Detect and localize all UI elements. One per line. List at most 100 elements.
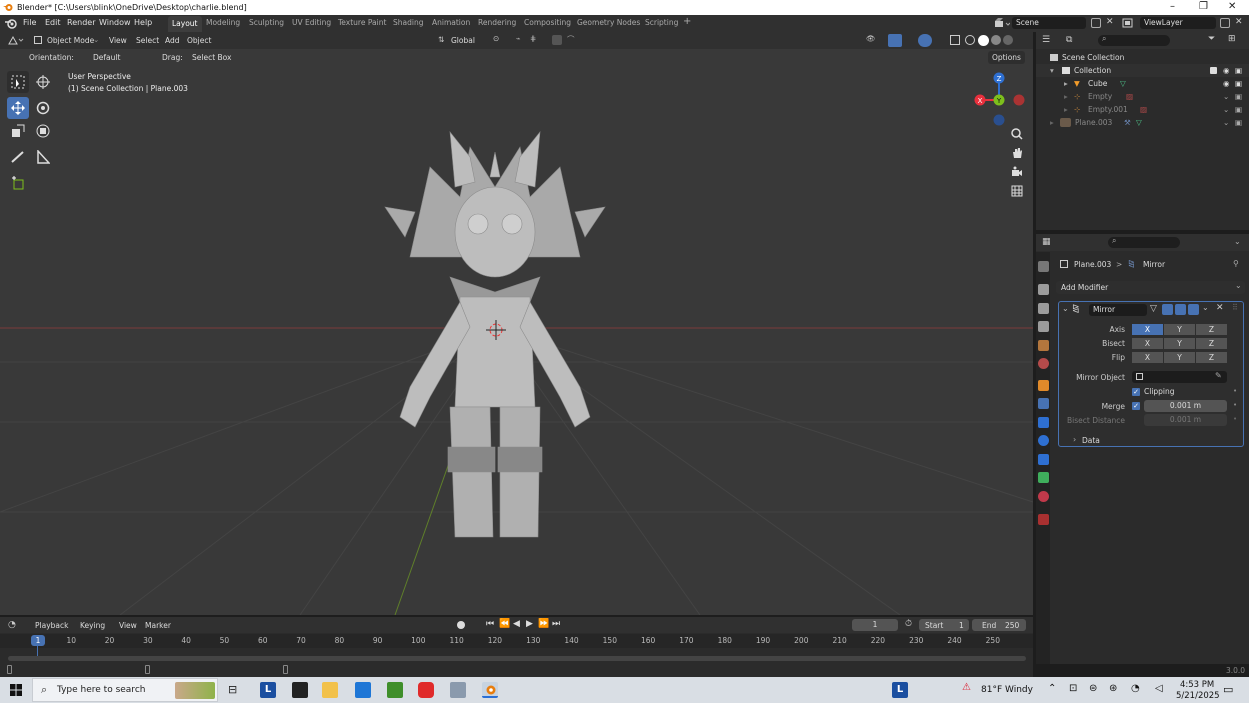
timeline-panel[interactable]: ◔ Playback Keying View Marker ⏮ ⏪ ◀ ▶ ⏩ … [0,617,1033,677]
timeline-menu-keying[interactable]: Keying [80,621,105,630]
move-tool[interactable] [7,97,29,119]
tab-shading[interactable]: Shading [393,18,423,27]
view-layer-tab-icon[interactable] [1038,321,1049,332]
record-keyframe-icon[interactable] [457,621,465,629]
select-box-tool[interactable] [7,71,29,93]
tab-uv-editing[interactable]: UV Editing [292,18,331,27]
menu-file[interactable]: File [23,18,36,27]
launcher-l-tray-icon[interactable]: L [892,682,908,698]
microsoft-store-icon[interactable] [355,682,371,698]
vivaldi-icon[interactable] [418,682,434,698]
eye-hidden-icon[interactable]: ⌄ [1223,103,1229,116]
menu-render[interactable]: Render [67,18,95,27]
network-icon[interactable]: ◔ [1131,683,1140,694]
axis-z-toggle[interactable]: Z [1196,324,1227,335]
chevron-down-icon[interactable]: ⌄ [1234,237,1241,246]
measure-tool[interactable] [32,146,54,168]
outliner-row-empty[interactable]: ▸ ⊹ Empty ▨ ⌄ ▣ [1036,90,1249,103]
chevron-down-icon[interactable]: ⌄ [1202,303,1209,312]
next-keyframe-icon[interactable]: ⏩ [538,619,549,629]
play-icon[interactable]: ▶ [526,619,533,629]
viewport-display-toggle-icon[interactable] [1175,304,1186,315]
add-modifier-dropdown[interactable]: Add Modifier ⌄ [1056,281,1245,294]
delete-view-layer-icon[interactable]: ✕ [1235,17,1243,27]
constraints-tab-icon[interactable] [1038,454,1049,465]
clock-date[interactable]: 5/21/2025 [1176,691,1220,701]
remove-modifier-icon[interactable]: ✕ [1216,303,1224,313]
view-layer-icon[interactable] [1122,18,1138,29]
expand-arrow-icon[interactable]: ▸ [1064,77,1068,90]
axis-x-toggle[interactable]: X [1132,324,1163,335]
material-tab-icon[interactable] [1038,491,1049,502]
outliner-row-scene-collection[interactable]: Scene Collection [1036,51,1249,64]
scroll-handle-icon[interactable] [145,665,150,674]
add-cube-tool[interactable] [7,172,29,194]
expand-arrow-icon[interactable]: ▸ [1064,103,1068,116]
bisect-z-toggle[interactable]: Z [1196,338,1227,349]
modifier-name-field[interactable]: Mirror [1089,304,1147,316]
rotate-tool[interactable] [32,97,54,119]
display-mode-icon[interactable]: ⧉ [1066,35,1072,45]
eye-icon[interactable]: ◉ [1223,64,1230,77]
timeline-scrollbar[interactable] [8,656,1026,661]
outliner-search-input[interactable]: ⌕ [1098,34,1170,46]
epic-games-icon[interactable] [292,682,308,698]
merge-checkbox[interactable]: ✓ [1132,402,1140,410]
playhead-frame-indicator[interactable]: 1 [31,635,45,646]
expand-arrow-icon[interactable]: › [1073,435,1076,444]
menu-window[interactable]: Window [99,18,131,27]
minecraft-icon[interactable] [387,682,403,698]
outliner-editor-icon[interactable]: ☰ [1042,35,1050,45]
camera-icon[interactable]: ▣ [1235,90,1242,103]
annotate-tool[interactable] [7,146,29,168]
scene-tab-icon[interactable] [1038,340,1049,351]
launcher-l-app-icon[interactable]: L [260,682,276,698]
flip-x-toggle[interactable]: X [1132,352,1163,363]
tab-sculpting[interactable]: Sculpting [249,18,284,27]
tab-animation[interactable]: Animation [432,18,470,27]
bisect-y-toggle[interactable]: Y [1164,338,1195,349]
data-subpanel-label[interactable]: Data [1082,436,1100,445]
taskbar-search-input[interactable]: ⌕ Type here to search [32,678,218,702]
collapse-arrow-icon[interactable]: ⌄ [1062,304,1069,313]
camera-icon[interactable]: ▣ [1235,77,1242,90]
camera-icon[interactable]: ▣ [1235,103,1242,116]
prev-keyframe-icon[interactable]: ⏪ [499,619,510,629]
maximize-button[interactable]: ❐ [1199,1,1208,12]
cursor-tool[interactable] [32,71,54,93]
tool-tab-icon[interactable] [1038,261,1049,272]
scene-name-field[interactable]: Scene [1012,17,1086,29]
timeline-menu-marker[interactable]: Marker [145,621,171,630]
flip-z-toggle[interactable]: Z [1196,352,1227,363]
jump-start-icon[interactable]: ⏮ [486,619,494,629]
tab-modeling[interactable]: Modeling [206,18,240,27]
minimize-button[interactable]: – [1170,1,1175,12]
menu-edit[interactable]: Edit [45,18,61,27]
tray-vpn-icon[interactable]: ⊜ [1089,683,1097,694]
eye-hidden-icon[interactable]: ⌄ [1223,116,1229,129]
expand-arrow-icon[interactable]: ▸ [1050,116,1054,129]
tab-texture-paint[interactable]: Texture Paint [338,18,386,27]
keyframe-dot-icon[interactable]: • [1233,415,1237,423]
weather-label[interactable]: 81°F Windy [981,685,1033,695]
delete-scene-icon[interactable]: ✕ [1106,17,1114,27]
scale-tool[interactable] [7,120,29,142]
render-toggle-icon[interactable] [1188,304,1199,315]
checkbox-icon[interactable] [1210,67,1217,74]
outliner-row-collection[interactable]: ▾ Collection ◉ ▣ [1036,64,1249,77]
current-frame-field[interactable]: 1 [852,619,898,631]
stopwatch-icon[interactable]: ⏱ [905,619,912,629]
pin-icon[interactable]: ⚲ [1233,259,1239,268]
tab-compositing[interactable]: Compositing [524,18,571,27]
output-tab-icon[interactable] [1038,303,1049,314]
windows-start-icon[interactable] [10,684,22,696]
edit-mode-cage-icon[interactable]: ▽ [1150,304,1157,314]
bisect-distance-field[interactable]: 0.001 m [1144,414,1227,426]
texture-tab-icon[interactable] [1038,514,1049,525]
merge-distance-field[interactable]: 0.001 m [1144,400,1227,412]
eye-icon[interactable]: ◉ [1223,77,1230,90]
camera-icon[interactable]: ▣ [1235,64,1242,77]
world-tab-icon[interactable] [1038,358,1049,369]
menu-help[interactable]: Help [134,18,152,27]
tab-scripting[interactable]: Scripting [645,18,678,27]
